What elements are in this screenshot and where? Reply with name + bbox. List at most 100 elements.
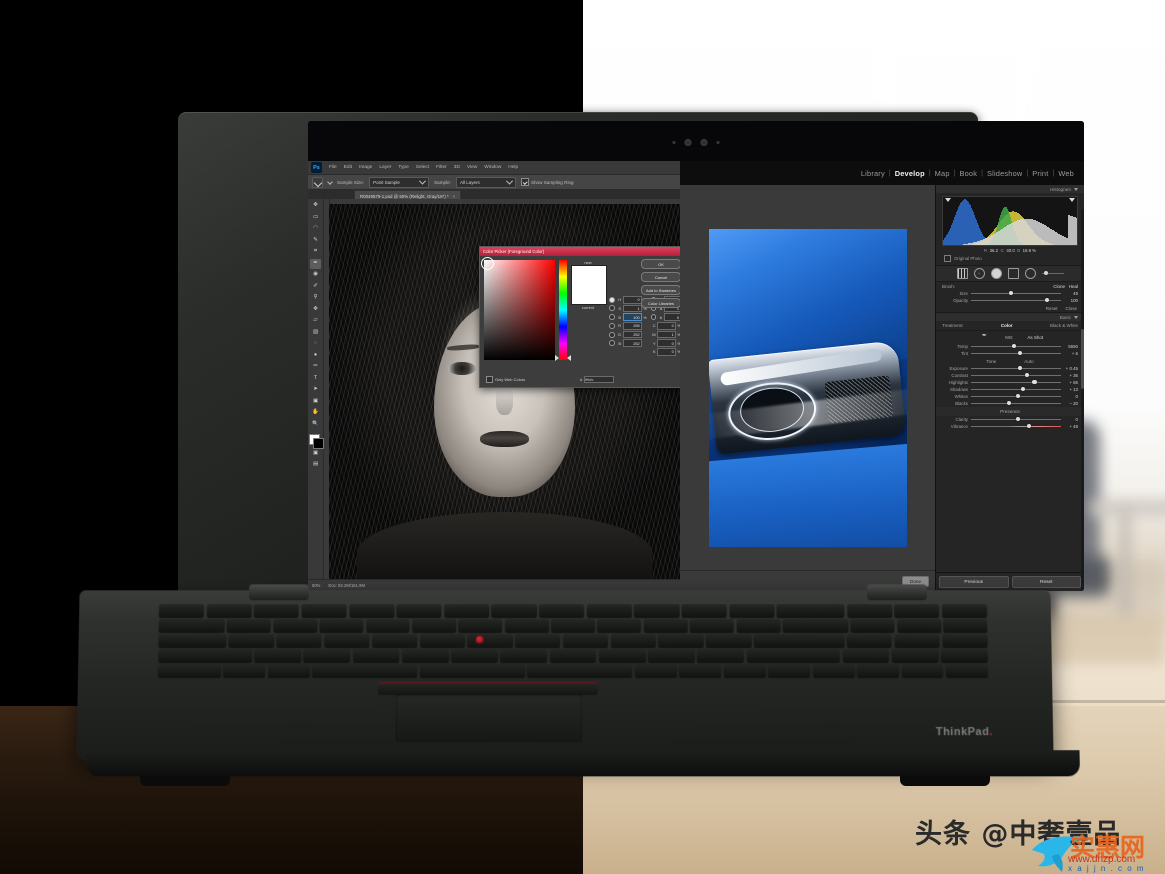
marquee-tool-icon[interactable]: ▭ xyxy=(310,213,321,223)
basic-panel-header[interactable]: Basic xyxy=(936,313,1084,321)
clarity-slider[interactable]: Clarity 0 xyxy=(936,416,1084,423)
menu-item-window[interactable]: Window xyxy=(484,165,501,170)
menu-item-file[interactable]: File xyxy=(329,165,337,170)
sample-size-select[interactable]: Point Sample xyxy=(369,177,429,188)
screen-mode-icon[interactable]: ▤ xyxy=(310,460,321,470)
gradient-tool-icon[interactable]: ▧ xyxy=(310,328,321,338)
status-zoom[interactable]: 50% xyxy=(312,583,320,588)
shadows-slider[interactable]: Shadows + 13 xyxy=(936,386,1084,393)
field-value[interactable]: 0 xyxy=(657,322,676,330)
original-photo-toggle[interactable]: Original Photo xyxy=(936,254,1084,265)
color-libraries-button[interactable]: Color Libraries xyxy=(641,298,680,308)
cancel-button[interactable]: Cancel xyxy=(641,272,680,282)
only-web-colors-checkbox[interactable]: Only Web Colors xyxy=(486,376,525,383)
crop-tool-icon[interactable]: ⌗ xyxy=(310,247,321,257)
histogram-panel-header[interactable]: Histogram xyxy=(936,185,1084,193)
quick-select-tool-icon[interactable]: ✎ xyxy=(310,236,321,246)
field-value[interactable]: 0 xyxy=(657,339,676,347)
histogram-graph[interactable] xyxy=(942,196,1078,246)
eraser-tool-icon[interactable]: ▱ xyxy=(310,316,321,326)
menu-item-help[interactable]: Help xyxy=(508,165,518,170)
ok-button[interactable]: OK xyxy=(641,259,680,269)
field-value[interactable]: 0 xyxy=(657,348,676,356)
slider-track[interactable] xyxy=(971,382,1061,383)
touchpad[interactable] xyxy=(396,694,582,742)
radio-icon[interactable] xyxy=(609,297,615,303)
module-map[interactable]: Map xyxy=(935,169,950,178)
dodge-tool-icon[interactable]: ● xyxy=(310,351,321,361)
radio-icon[interactable] xyxy=(609,314,615,320)
field-value[interactable]: 0 xyxy=(623,296,642,304)
reset-button[interactable]: Reset xyxy=(1012,576,1082,588)
close-icon[interactable]: × xyxy=(453,194,456,199)
slider-track[interactable] xyxy=(971,353,1061,354)
quick-mask-icon[interactable]: ▣ xyxy=(310,449,321,459)
module-library[interactable]: Library xyxy=(861,169,885,178)
color-picker-dialog[interactable]: Color Picker (Foreground Color) new xyxy=(479,246,680,388)
treatment-color-option[interactable]: Color xyxy=(1001,323,1013,328)
blur-tool-icon[interactable]: ◌ xyxy=(310,339,321,349)
module-web[interactable]: Web xyxy=(1058,169,1074,178)
type-tool-icon[interactable]: T xyxy=(310,374,321,384)
clone-stamp-tool-icon[interactable]: ⚲ xyxy=(310,293,321,303)
lightroom-image-stage[interactable]: Done xyxy=(680,185,935,591)
module-book[interactable]: Book xyxy=(959,169,977,178)
menu-item-select[interactable]: Select xyxy=(416,165,429,170)
trackpoint-icon[interactable] xyxy=(476,636,483,643)
brush-mode-clone[interactable]: Clone xyxy=(1053,284,1065,289)
brush-mode-heal[interactable]: Heal xyxy=(1069,284,1078,289)
radio-icon[interactable] xyxy=(609,332,615,338)
radio-icon[interactable] xyxy=(609,340,615,346)
radio-icon[interactable] xyxy=(651,314,656,320)
field-b[interactable]: B 100 % xyxy=(609,313,647,321)
keyboard[interactable] xyxy=(158,604,988,680)
field-value[interactable]: 255 xyxy=(623,322,642,330)
move-tool-icon[interactable]: ✥ xyxy=(310,201,321,211)
graduated-filter-tool-icon[interactable] xyxy=(1008,268,1019,279)
show-sampling-ring-checkbox[interactable]: Show Sampling Ring xyxy=(521,178,574,186)
adjustment-brush-tool-icon[interactable] xyxy=(1042,273,1064,274)
menu-item-edit[interactable]: Edit xyxy=(344,165,352,170)
field-k[interactable]: K 0 % xyxy=(651,348,680,356)
path-select-tool-icon[interactable]: ➤ xyxy=(310,385,321,395)
brush-opacity-slider[interactable]: Opacity 100 xyxy=(936,297,1084,304)
canvas-image-portrait[interactable]: Color Picker (Foreground Color) new xyxy=(329,204,680,580)
menu-item-image[interactable]: Image xyxy=(359,165,372,170)
contrast-slider[interactable]: Contrast + 36 xyxy=(936,372,1084,379)
menu-item-3d[interactable]: 3D xyxy=(454,165,460,170)
highlight-clipping-icon[interactable] xyxy=(1069,198,1075,202)
color-swatches[interactable] xyxy=(309,434,322,447)
slider-track[interactable] xyxy=(971,368,1061,369)
exposure-slider[interactable]: Exposure + 0.45 xyxy=(936,365,1084,372)
slider-track[interactable] xyxy=(971,403,1061,404)
chevron-down-icon[interactable] xyxy=(327,179,333,185)
color-field[interactable] xyxy=(484,260,555,360)
highlights-slider[interactable]: Highlights + 65 xyxy=(936,379,1084,386)
field-b2[interactable]: B 252 xyxy=(609,339,647,347)
healing-brush-tool-icon[interactable]: ◉ xyxy=(310,270,321,280)
whites-slider[interactable]: Whites 0 xyxy=(936,393,1084,400)
sample-select[interactable]: All Layers xyxy=(456,177,516,188)
zoom-tool-icon[interactable]: 🔍 xyxy=(310,420,321,430)
white-balance-eyedropper-icon[interactable]: ✒ xyxy=(982,333,991,342)
photoshop-canvas[interactable]: Color Picker (Foreground Color) new xyxy=(324,199,680,580)
slider-track[interactable] xyxy=(971,419,1061,420)
red-eye-tool-icon[interactable] xyxy=(991,268,1002,279)
menu-item-view[interactable]: View xyxy=(467,165,477,170)
slider-track[interactable] xyxy=(971,375,1061,376)
previous-button[interactable]: Previous xyxy=(939,576,1009,588)
spot-removal-tool-icon[interactable]: ◦ xyxy=(974,268,985,279)
field-y[interactable]: Y 0 % xyxy=(651,339,680,347)
brush-reset-button[interactable]: Reset xyxy=(1046,306,1058,311)
slider-track[interactable] xyxy=(971,346,1061,347)
hand-tool-icon[interactable]: ✋ xyxy=(310,408,321,418)
field-value[interactable]: 100 xyxy=(623,313,642,321)
history-brush-tool-icon[interactable]: ✥ xyxy=(310,305,321,315)
hex-field[interactable]: # fffcfc xyxy=(580,376,614,384)
lightroom-photo[interactable] xyxy=(709,229,907,547)
tint-slider[interactable]: Tint + 6 xyxy=(936,350,1084,357)
add-to-swatches-button[interactable]: Add to Swatches xyxy=(641,285,680,295)
brush-tool-icon[interactable]: ✐ xyxy=(310,282,321,292)
field-m[interactable]: M 1 % xyxy=(651,331,680,339)
module-develop[interactable]: Develop xyxy=(895,169,925,178)
